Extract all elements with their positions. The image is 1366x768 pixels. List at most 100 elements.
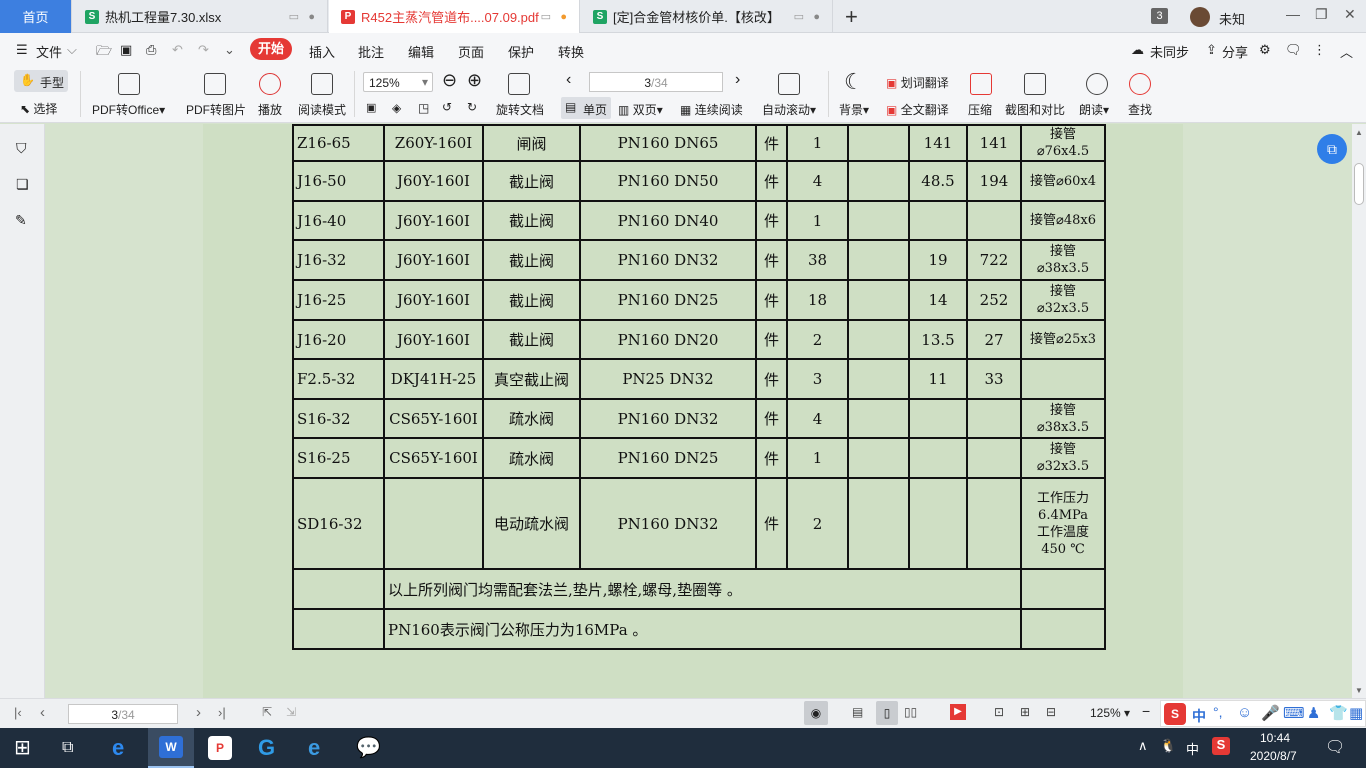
menu-insert[interactable]: 插入 <box>309 42 335 61</box>
sogou-icon[interactable]: S <box>1164 703 1186 725</box>
floating-tool-button[interactable]: ⧉ <box>1317 134 1347 164</box>
print-icon[interactable]: ⎙ <box>146 42 156 58</box>
fit-page-icon[interactable]: ⊞ <box>1020 705 1030 719</box>
task-view-icon[interactable]: ⧉ <box>62 736 86 760</box>
close-icon[interactable]: ● <box>308 11 315 23</box>
find-button[interactable]: 查找 <box>1128 101 1152 118</box>
close-window-icon[interactable]: ✕ <box>1344 6 1356 23</box>
windows-start-icon[interactable]: ⊞ <box>14 736 38 760</box>
cloud-icon[interactable]: ☁ <box>1131 42 1144 58</box>
page-number-input[interactable]: 3/34 <box>589 72 723 92</box>
bookmark-icon[interactable]: ⛉ <box>16 140 27 157</box>
hamburger-icon[interactable]: ☰ <box>16 42 28 58</box>
rotate-document-button[interactable]: 旋转文档 <box>496 101 544 118</box>
user-icon[interactable]: ♟ <box>1307 704 1320 722</box>
browser-g-icon[interactable]: G <box>258 736 282 760</box>
emoji-icon[interactable]: ☺ <box>1237 704 1252 721</box>
qq-icon[interactable]: 🐧 <box>1160 738 1176 754</box>
share-icon[interactable]: ⇪ <box>1206 42 1217 58</box>
taskbar-wps-active[interactable]: W <box>148 728 194 768</box>
ie-icon[interactable]: e <box>308 736 332 760</box>
read-aloud-button[interactable]: 朗读▾ <box>1079 101 1109 118</box>
more-vertical-icon[interactable]: ⋮ <box>1313 42 1326 58</box>
vertical-scrollbar[interactable] <box>1352 124 1366 698</box>
menu-protect[interactable]: 保护 <box>508 42 534 61</box>
scroll-down-icon[interactable]: ▼ <box>1355 686 1363 695</box>
avatar[interactable] <box>1190 7 1210 27</box>
single-view-icon[interactable]: ▯ <box>876 701 898 725</box>
fit-width-icon[interactable]: ◳ <box>418 101 429 115</box>
rotate-left-icon[interactable]: ↺ <box>442 100 452 114</box>
monitor-icon[interactable]: ▭ <box>289 10 299 23</box>
fit-page-icon[interactable]: ◈ <box>392 101 401 115</box>
collapse-icon[interactable]: ︿ <box>1340 42 1353 61</box>
menu-start[interactable]: 开始 <box>250 38 292 60</box>
sync-status[interactable]: 未同步 <box>1150 42 1189 61</box>
fit-width-icon[interactable]: ⊟ <box>1046 705 1056 719</box>
rotate-right-icon[interactable]: ↻ <box>467 100 477 114</box>
notification-icon[interactable]: 🗨 <box>1325 737 1345 757</box>
status-zoom[interactable]: 125% ▾ <box>1090 706 1130 720</box>
clock-date[interactable]: 2020/8/7 <box>1250 749 1297 763</box>
menu-convert[interactable]: 转换 <box>558 42 584 61</box>
menu-edit[interactable]: 编辑 <box>408 42 434 61</box>
next-page-icon[interactable]: › <box>196 704 201 721</box>
next-page-icon[interactable]: › <box>735 71 740 89</box>
signature-icon[interactable]: ✎ <box>15 212 27 229</box>
tray-expand-icon[interactable]: ∧ <box>1138 738 1148 754</box>
menu-file[interactable]: 文件 <box>36 42 62 61</box>
sogou-tray-icon[interactable]: S <box>1212 737 1230 755</box>
monitor-icon[interactable]: ▭ <box>794 10 804 23</box>
background-button[interactable]: 背景▾ <box>839 101 869 118</box>
double-view-icon[interactable]: ▯▯ <box>904 705 917 719</box>
more-icon[interactable]: ⌄ <box>224 42 235 58</box>
menu-annotate[interactable]: 批注 <box>358 42 384 61</box>
zoom-out-icon[interactable]: ⊖ <box>442 70 457 91</box>
full-translate-button[interactable]: ▣ 全文翻译 <box>886 101 949 118</box>
skin-icon[interactable]: 👕 <box>1329 704 1348 722</box>
tab-xlsx[interactable]: S 热机工程量7.30.xlsx ▭ ● <box>73 0 328 33</box>
undo-icon[interactable]: ↶ <box>172 42 183 58</box>
word-translate-button[interactable]: ▣ 划词翻译 <box>886 74 949 91</box>
tab-doc[interactable]: S [定]合金管材核价单.【核改】 ▭ ● <box>581 0 833 33</box>
save-icon[interactable]: ▣ <box>120 42 132 58</box>
play-button[interactable]: 播放 <box>258 101 282 118</box>
pdf-app-icon[interactable]: P <box>208 736 232 760</box>
next-view-icon[interactable]: ⇲ <box>286 705 296 719</box>
actual-size-icon[interactable]: ⊡ <box>994 705 1004 719</box>
tab-pdf[interactable]: P R452主蒸汽管道布....07.09.pdf ▭ ● <box>329 0 580 33</box>
clock-time[interactable]: 10:44 <box>1260 731 1290 745</box>
gear-icon[interactable]: ⚙ <box>1259 42 1271 58</box>
share-button[interactable]: 分享 <box>1222 42 1248 61</box>
autoscroll-button[interactable]: 自动滚动▾ <box>762 101 816 118</box>
hand-tool-button[interactable]: ✋ 手型 <box>14 70 68 92</box>
restore-icon[interactable]: ❐ <box>1315 6 1328 23</box>
thumbnail-icon[interactable]: ❏ <box>16 176 29 193</box>
punctuation-icon[interactable]: °, <box>1213 704 1223 720</box>
ime-indicator[interactable]: 中 <box>1186 739 1199 758</box>
first-page-icon[interactable]: |‹ <box>14 705 22 720</box>
ime-mode[interactable]: 中 <box>1192 706 1206 726</box>
zoom-in-icon[interactable]: ⊕ <box>467 70 482 91</box>
single-page-button[interactable]: ▤ 单页 <box>561 97 611 119</box>
double-page-button[interactable]: ▥ 双页▾ <box>618 101 663 118</box>
menu-page[interactable]: 页面 <box>458 42 484 61</box>
close-icon[interactable]: ● <box>813 11 820 23</box>
zoom-select[interactable]: 125% ▾ <box>363 72 433 92</box>
read-mode-button[interactable]: 阅读模式 <box>298 101 346 118</box>
eye-protection-icon[interactable]: ◉ <box>804 701 828 725</box>
compress-button[interactable]: 压缩 <box>968 101 992 118</box>
play-icon[interactable]: ▶ <box>950 704 966 720</box>
prev-page-icon[interactable]: ‹ <box>566 71 571 89</box>
screenshot-compare-button[interactable]: 截图和对比 <box>1005 101 1065 118</box>
open-folder-icon[interactable]: 🗁 <box>96 42 112 64</box>
zoom-out-icon[interactable]: − <box>1142 703 1150 719</box>
wechat-icon[interactable]: 💬 <box>356 736 381 760</box>
pdf-to-image-button[interactable]: PDF转图片 <box>186 101 246 118</box>
voice-icon[interactable]: 🎤 <box>1261 704 1280 722</box>
actual-size-icon[interactable]: ▣ <box>366 101 376 114</box>
last-page-icon[interactable]: ›| <box>218 705 226 720</box>
chevron-down-icon[interactable]: ⌵ <box>67 42 77 58</box>
select-tool-button[interactable]: ⬉ 选择 <box>20 100 57 117</box>
edge-icon[interactable]: e <box>112 736 136 760</box>
